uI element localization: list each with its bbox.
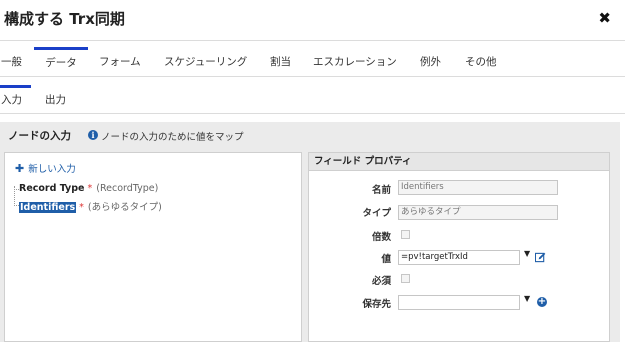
multiple-label: 倍数 xyxy=(371,232,391,243)
tab-other[interactable]: その他 xyxy=(465,47,497,76)
divider xyxy=(0,113,625,114)
new-input-link[interactable]: ✚ 新しい入力 xyxy=(15,161,76,175)
section-title: ノードの入力 xyxy=(8,130,71,142)
tab-data[interactable]: データ xyxy=(34,47,88,76)
section-info-text: ノードの入力のために値をマップ xyxy=(101,132,244,143)
type-field: あらゆるタイプ xyxy=(398,205,558,220)
tab-scheduling[interactable]: スケジューリング xyxy=(164,47,247,76)
new-input-label: 新しい入力 xyxy=(28,164,76,175)
tab-escalation[interactable]: エスカレーション xyxy=(313,47,397,76)
close-icon[interactable]: ✖ xyxy=(598,9,611,27)
divider xyxy=(0,40,625,41)
required-checkbox[interactable] xyxy=(401,274,410,283)
plus-icon: ✚ xyxy=(15,162,25,175)
chevron-down-icon[interactable]: ▼ xyxy=(524,249,530,258)
save-to-field[interactable] xyxy=(398,295,520,310)
chevron-down-icon[interactable]: ▼ xyxy=(524,294,530,303)
divider xyxy=(0,76,625,77)
properties-header: フィールド プロパティ xyxy=(309,153,609,171)
node-type: (あらゆるタイプ) xyxy=(87,202,162,213)
required-marker: * xyxy=(87,183,93,194)
node-name: Record Type xyxy=(19,183,85,194)
name-label: 名前 xyxy=(371,185,391,196)
save-to-label: 保存先 xyxy=(362,299,391,310)
tab-general[interactable]: 一般 xyxy=(0,47,31,76)
required-marker: * xyxy=(79,202,84,213)
node-inputs-section: ノードの入力 i ノードの入力のために値をマップ ✚ 新しい入力 Record T… xyxy=(0,122,620,342)
add-icon[interactable]: + xyxy=(537,297,547,307)
type-label: タイプ xyxy=(362,208,391,219)
value-field[interactable]: =pv!targetTrxId xyxy=(398,250,520,265)
tab-exceptions[interactable]: 例外 xyxy=(420,47,441,76)
edit-expression-icon[interactable] xyxy=(535,252,546,263)
field-properties-panel: フィールド プロパティ 名前 Identifiers タイプ あらゆるタイプ 倍… xyxy=(308,152,610,342)
dialog-title: 構成する Trx同期 xyxy=(4,10,125,28)
node-type: (RecordType) xyxy=(96,183,159,194)
dialog-titlebar: 構成する Trx同期 ✖ xyxy=(0,0,625,40)
required-label: 必須 xyxy=(371,276,391,287)
info-icon: i xyxy=(88,130,98,140)
main-tabs: 一般 データ フォーム スケジューリング 割当 エスカレーション 例外 その他 xyxy=(0,47,625,76)
tab-assignment[interactable]: 割当 xyxy=(270,47,291,76)
name-field: Identifiers xyxy=(398,180,558,195)
value-label: 値 xyxy=(381,254,391,265)
sub-tabs: 入力 出力 xyxy=(0,85,625,113)
multiple-checkbox[interactable] xyxy=(401,230,410,239)
input-tree-panel: ✚ 新しい入力 Record Type * (RecordType) Identifi… xyxy=(4,152,302,342)
subtab-output[interactable]: 出力 xyxy=(45,85,66,113)
tree-node-identifiers[interactable]: Identifiers * (あらゆるタイプ) xyxy=(19,199,162,213)
node-name: Identifiers xyxy=(19,202,77,213)
subtab-input[interactable]: 入力 xyxy=(0,85,31,113)
tree-node-record-type[interactable]: Record Type * (RecordType) xyxy=(19,183,158,194)
tab-form[interactable]: フォーム xyxy=(99,47,141,76)
